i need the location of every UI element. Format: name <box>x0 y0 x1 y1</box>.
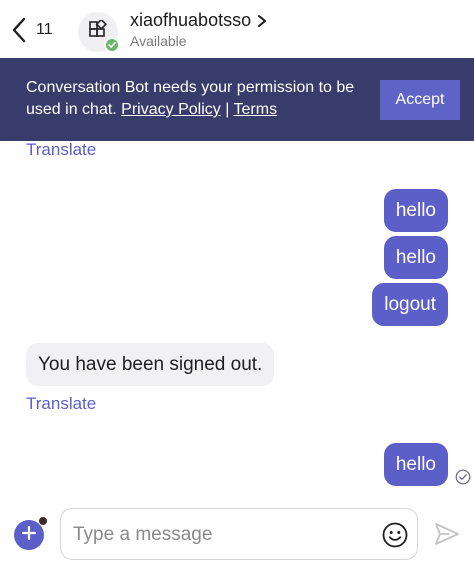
privacy-policy-link[interactable]: Privacy Policy <box>121 101 221 118</box>
translate-link[interactable]: Translate <box>26 394 96 414</box>
send-icon[interactable] <box>433 520 461 548</box>
message-bubble-incoming[interactable]: You have been signed out. <box>26 343 275 386</box>
presence-status: Available <box>130 33 187 49</box>
chat-screen: 11 xiaofhuabotsso Available Conversation… <box>0 0 474 565</box>
read-receipt-icon <box>455 469 471 485</box>
chat-title-area[interactable]: xiaofhuabotsso Available <box>130 10 269 49</box>
chevron-left-icon <box>6 12 32 48</box>
chevron-right-icon <box>257 14 269 28</box>
add-button[interactable] <box>14 516 48 550</box>
back-button[interactable]: 11 <box>6 12 62 48</box>
unread-count: 11 <box>36 21 53 38</box>
plus-icon <box>21 525 37 545</box>
banner-message: Conversation Bot needs your permission t… <box>26 77 366 121</box>
terms-link[interactable]: Terms <box>234 101 278 118</box>
check-icon <box>108 36 116 54</box>
message-bubble-outgoing[interactable]: hello <box>383 189 448 232</box>
emoji-icon[interactable] <box>381 521 409 549</box>
avatar[interactable] <box>78 12 120 53</box>
message-bubble-outgoing[interactable]: hello <box>383 443 448 486</box>
message-input-box[interactable] <box>60 508 418 560</box>
message-composer <box>0 500 474 565</box>
permission-banner: Conversation Bot needs your permission t… <box>0 58 474 141</box>
translate-link[interactable]: Translate <box>26 140 96 160</box>
message-bubble-outgoing[interactable]: hello <box>383 236 448 279</box>
message-input[interactable] <box>73 522 363 548</box>
notification-dot <box>38 516 48 526</box>
banner-separator: | <box>220 101 234 118</box>
message-bubble-outgoing[interactable]: logout <box>372 283 448 326</box>
presence-badge <box>104 37 120 53</box>
accept-button[interactable]: Accept <box>380 80 460 120</box>
chat-header: 11 xiaofhuabotsso Available <box>0 0 474 58</box>
chat-title: xiaofhuabotsso <box>130 10 252 30</box>
